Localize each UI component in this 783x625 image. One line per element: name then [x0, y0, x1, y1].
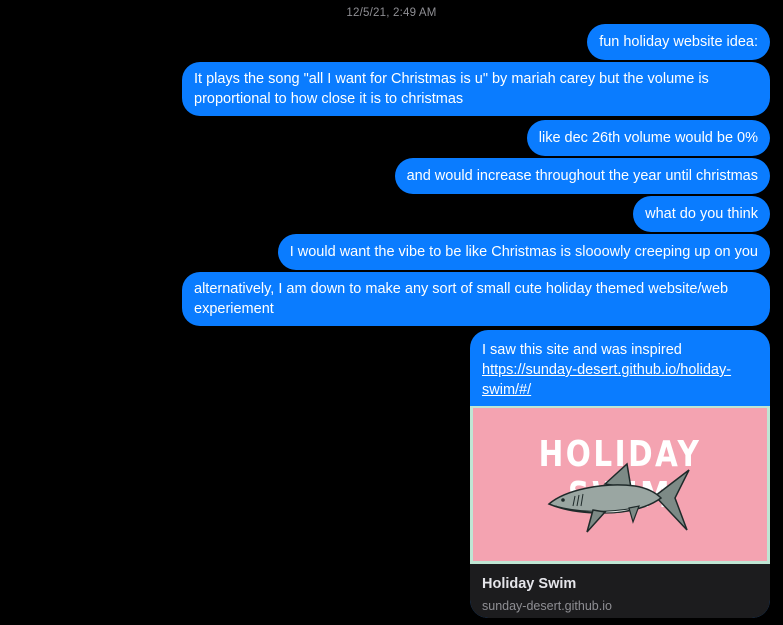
- message-text: I saw this site and was inspired: [482, 342, 682, 358]
- message-bubble[interactable]: fun holiday website idea:: [587, 24, 770, 60]
- message-bubble[interactable]: like dec 26th volume would be 0%: [526, 120, 770, 156]
- message-timestamp: 12/5/21, 2:49 AM: [346, 7, 437, 19]
- message-bubble[interactable]: It plays the song "all I want for Christ…: [182, 62, 770, 116]
- message-bubble[interactable]: alternatively, I am down to make any sor…: [182, 272, 770, 326]
- message-bubble[interactable]: I would want the vibe to be like Christm…: [277, 234, 770, 270]
- link-preview-title: Holiday Swim: [482, 576, 577, 592]
- link-preview-card[interactable]: HOLIDAY SWIM Holiday Swim sun: [470, 406, 770, 618]
- message-bubble[interactable]: and would increase throughout the year u…: [394, 158, 770, 194]
- message-text: fun holiday website idea:: [599, 34, 758, 50]
- message-text: and would increase throughout the year u…: [406, 168, 758, 184]
- message-text: alternatively, I am down to make any sor…: [194, 281, 729, 317]
- message-text: what do you think: [645, 206, 758, 222]
- message-text: It plays the song "all I want for Christ…: [194, 71, 709, 107]
- shark-icon: [547, 462, 690, 533]
- message-bubble[interactable]: what do you think: [633, 196, 770, 232]
- link-preview-image: HOLIDAY SWIM: [470, 406, 770, 564]
- link-message-bubble[interactable]: I saw this site and was inspired https:/…: [470, 330, 770, 618]
- message-link[interactable]: https://sunday-desert.github.io/holiday-…: [482, 362, 731, 398]
- link-message-body: I saw this site and was inspired https:/…: [482, 340, 758, 400]
- link-preview-domain: sunday-desert.github.io: [482, 599, 612, 613]
- message-text: I would want the vibe to be like Christm…: [289, 244, 758, 260]
- message-text: like dec 26th volume would be 0%: [538, 130, 758, 146]
